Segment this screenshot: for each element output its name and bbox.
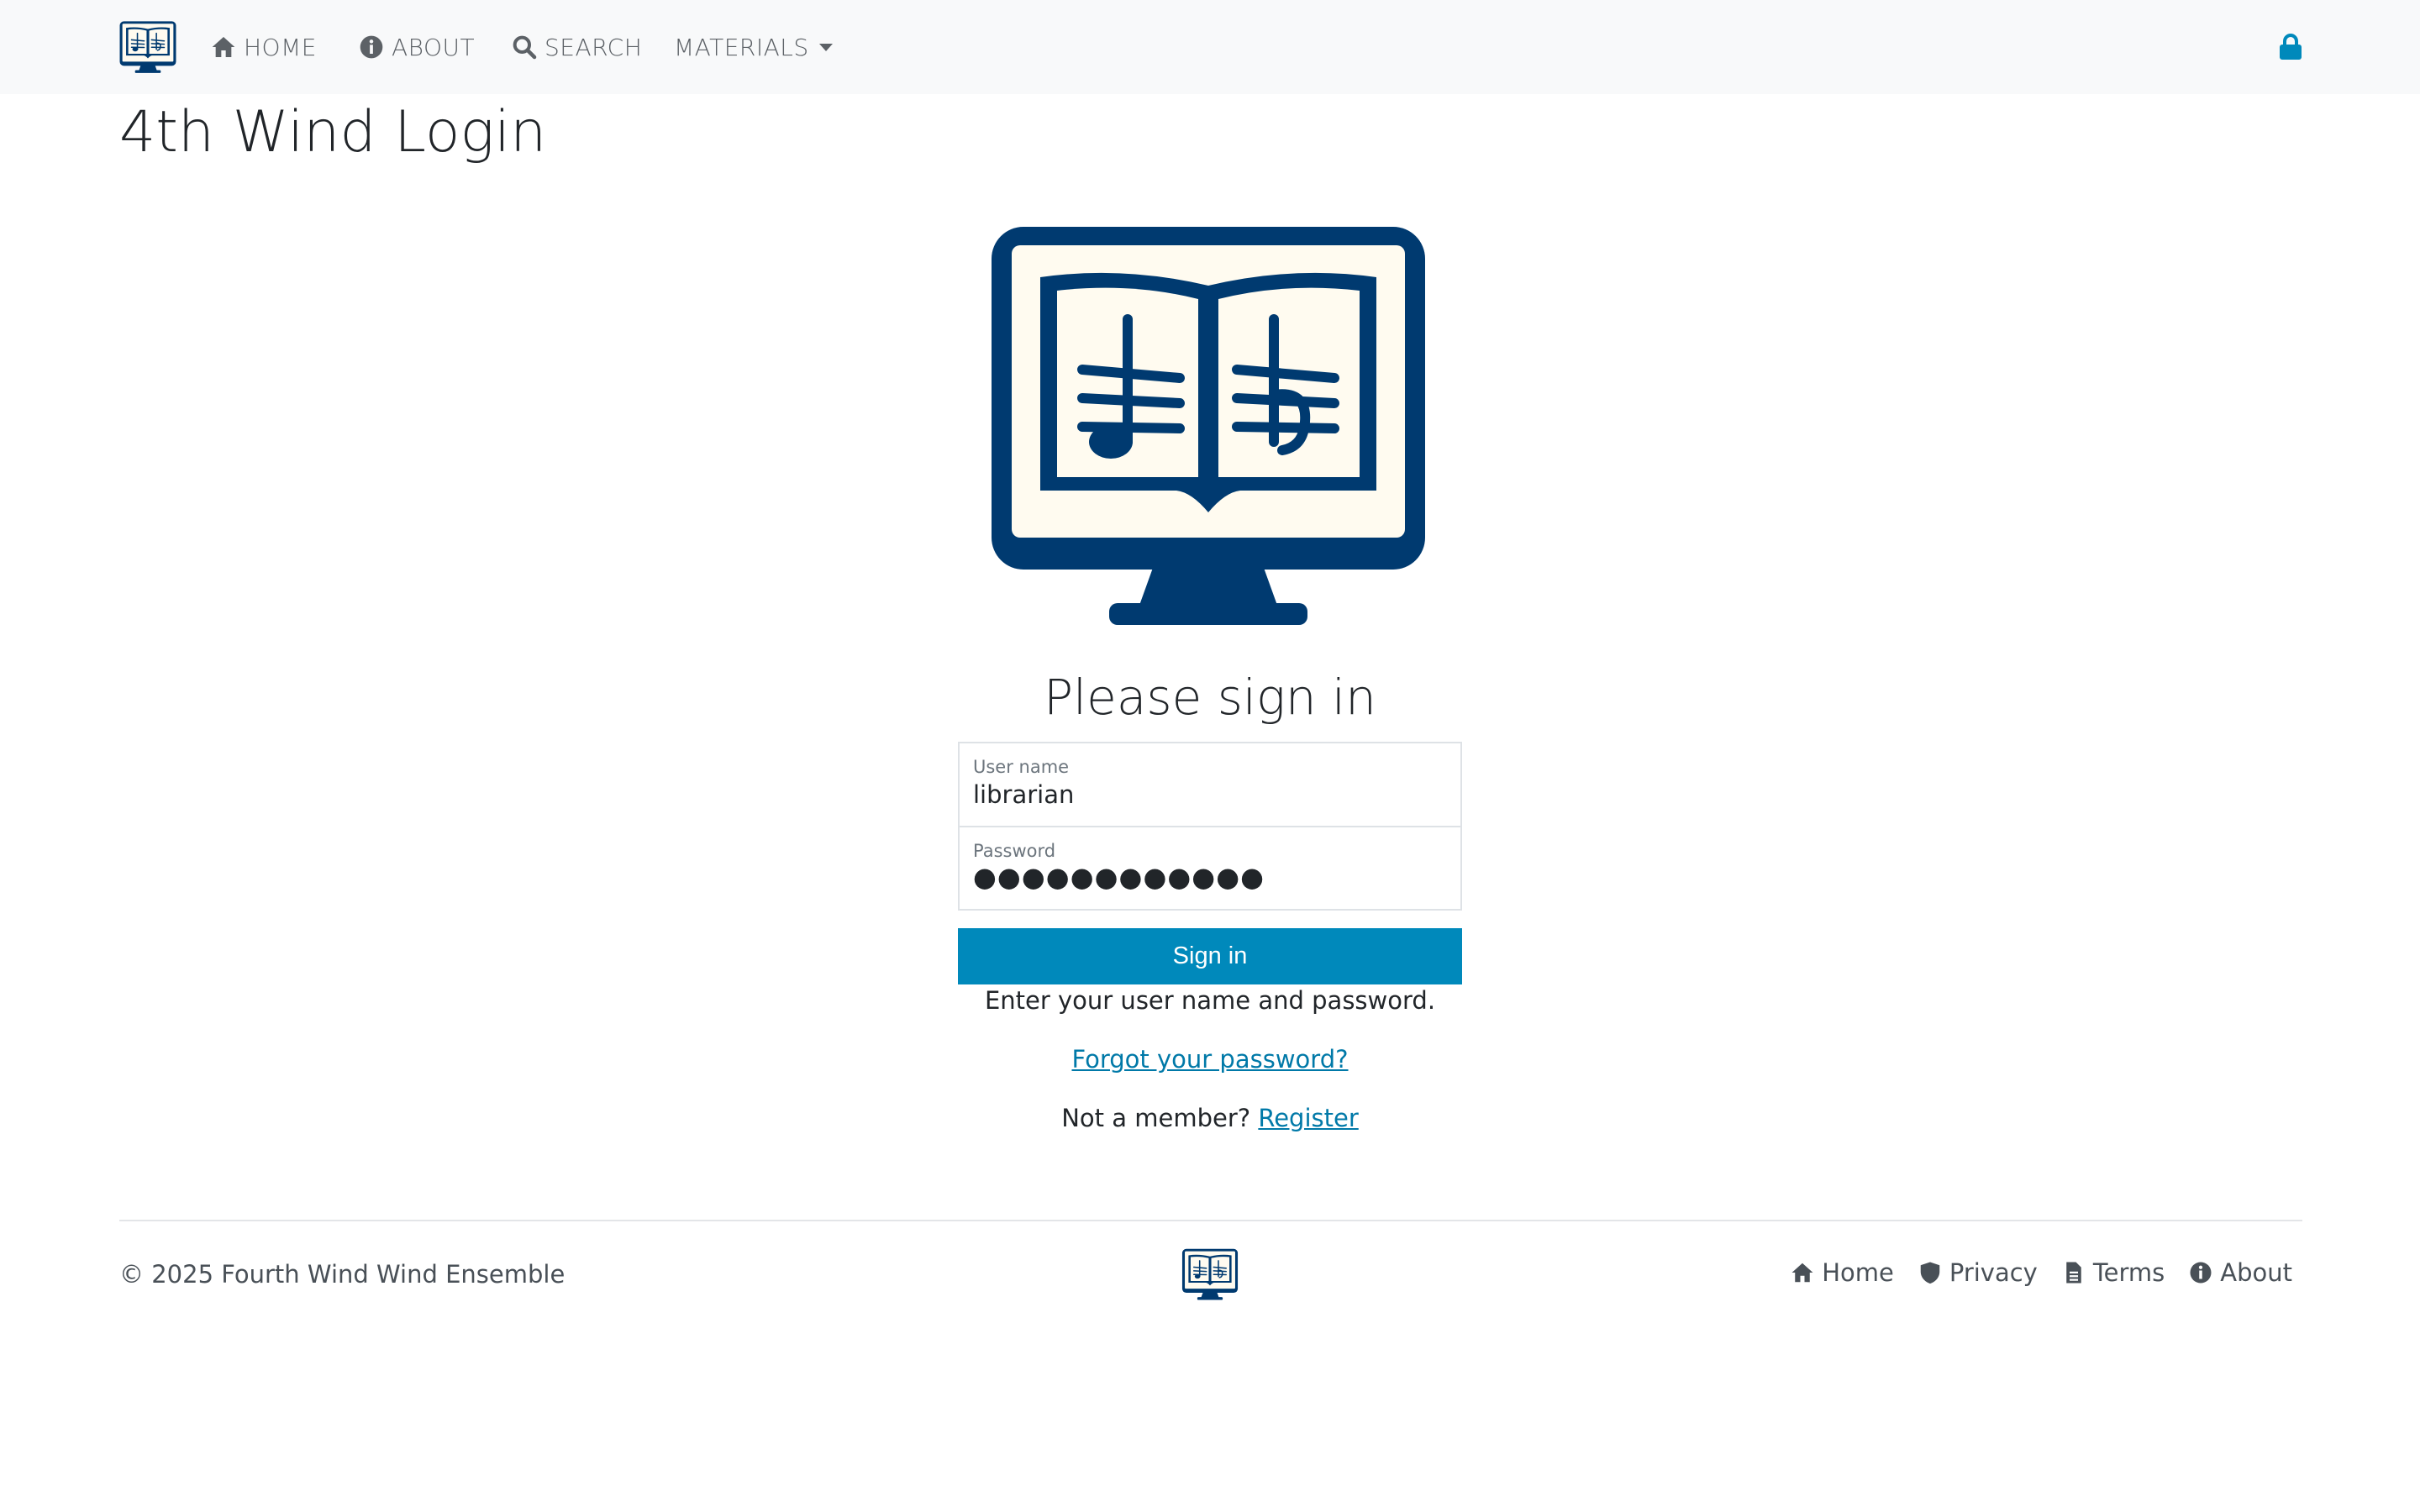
footer-home-link[interactable]: Home <box>1790 1258 1894 1287</box>
footer-about-link[interactable]: About <box>2188 1258 2292 1287</box>
monitor-music-book-logo-icon <box>988 222 1428 628</box>
footer-about-label: About <box>2220 1258 2292 1287</box>
footer-privacy-label: Privacy <box>1949 1258 2038 1287</box>
footer-terms-link[interactable]: Terms <box>2061 1258 2165 1287</box>
username-field[interactable]: User name librarian <box>958 742 1462 827</box>
nav-search-link[interactable]: SEARCH <box>511 0 642 94</box>
footer-copyright: © 2025 Fourth Wind Wind Ensemble <box>119 1260 566 1289</box>
nav-search-label: SEARCH <box>544 33 643 61</box>
page-title: 4th Wind Login <box>119 99 547 165</box>
not-member-text: Not a member? <box>1061 1104 1251 1132</box>
shield-icon <box>1920 1262 1940 1284</box>
footer-home-label: Home <box>1822 1258 1894 1287</box>
document-icon <box>2066 1262 2081 1284</box>
forgot-password-line: Forgot your password? <box>874 1045 1546 1074</box>
username-value[interactable]: librarian <box>973 780 1074 809</box>
caret-down-icon <box>818 43 833 51</box>
footer-terms-label: Terms <box>2092 1258 2165 1287</box>
info-icon <box>2190 1262 2212 1284</box>
signin-help-text: Enter your user name and password. <box>984 986 1436 1015</box>
password-field[interactable]: Password ●●●●●●●●●●●● <box>958 826 1462 911</box>
search-icon <box>513 35 537 60</box>
home-icon <box>1791 1263 1813 1283</box>
footer-logo-icon[interactable] <box>1181 1248 1239 1300</box>
brand-logo-icon[interactable] <box>119 20 176 74</box>
signin-button[interactable]: Sign in <box>958 928 1462 984</box>
lock-icon[interactable] <box>2279 34 2302 60</box>
footer-links: Home Privacy Terms About <box>1790 1258 2292 1287</box>
forgot-password-link[interactable]: Forgot your password? <box>1071 1045 1348 1074</box>
register-link[interactable]: Register <box>1258 1104 1358 1132</box>
nav-about-link[interactable]: ABOUT <box>358 0 475 94</box>
register-line: Not a member? Register <box>874 1104 1546 1132</box>
nav-materials-label: MATERIALS <box>674 33 809 61</box>
nav-home-label: HOME <box>244 33 317 61</box>
nav-materials-dropdown[interactable]: MATERIALS <box>674 0 833 94</box>
footer-privacy-link[interactable]: Privacy <box>1918 1258 2038 1287</box>
nav-about-label: ABOUT <box>392 33 476 61</box>
signin-heading: Please sign in <box>1044 669 1376 726</box>
navbar: HOME ABOUT SEARCH MATERIALS <box>0 0 2420 94</box>
nav-home-link[interactable]: HOME <box>210 0 317 94</box>
password-label: Password <box>973 841 1056 861</box>
username-label: User name <box>973 757 1070 777</box>
password-value[interactable]: ●●●●●●●●●●●● <box>973 861 1265 893</box>
footer-divider <box>119 1220 2302 1221</box>
home-icon <box>212 37 235 57</box>
info-icon <box>360 35 383 59</box>
